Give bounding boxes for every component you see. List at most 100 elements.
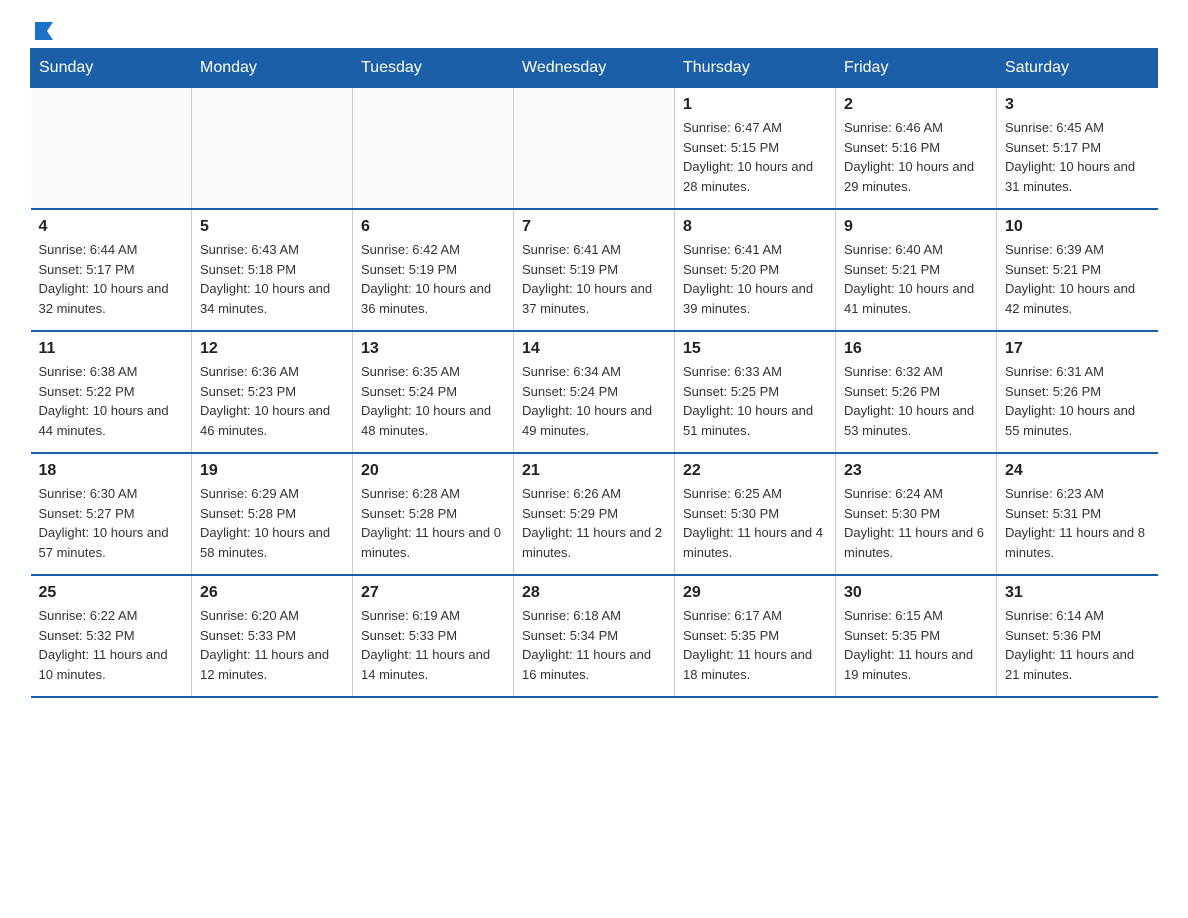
day-number: 20 [361, 462, 505, 480]
day-number: 2 [844, 96, 988, 114]
day-number: 31 [1005, 584, 1150, 602]
day-info: Sunrise: 6:20 AMSunset: 5:33 PMDaylight:… [200, 606, 344, 684]
calendar-cell: 27 Sunrise: 6:19 AMSunset: 5:33 PMDayligh… [353, 575, 514, 697]
day-number: 1 [683, 96, 827, 114]
day-number: 27 [361, 584, 505, 602]
calendar-cell: 20 Sunrise: 6:28 AMSunset: 5:28 PMDayligh… [353, 453, 514, 575]
calendar-cell: 10 Sunrise: 6:39 AMSunset: 5:21 PMDayligh… [997, 209, 1158, 331]
calendar-cell [31, 88, 192, 210]
calendar-cell: 31 Sunrise: 6:14 AMSunset: 5:36 PMDayligh… [997, 575, 1158, 697]
day-info: Sunrise: 6:46 AMSunset: 5:16 PMDaylight:… [844, 118, 988, 196]
day-number: 29 [683, 584, 827, 602]
calendar-cell: 14 Sunrise: 6:34 AMSunset: 5:24 PMDayligh… [514, 331, 675, 453]
day-number: 30 [844, 584, 988, 602]
day-number: 5 [200, 218, 344, 236]
week-row-1: 1 Sunrise: 6:47 AMSunset: 5:15 PMDaylight… [31, 88, 1158, 210]
calendar-cell: 15Sunrise: 6:33 AMSunset: 5:25 PMDayligh… [675, 331, 836, 453]
day-info: Sunrise: 6:39 AMSunset: 5:21 PMDaylight:… [1005, 240, 1150, 318]
calendar-cell: 1 Sunrise: 6:47 AMSunset: 5:15 PMDaylight… [675, 88, 836, 210]
day-info: Sunrise: 6:19 AMSunset: 5:33 PMDaylight:… [361, 606, 505, 684]
day-number: 17 [1005, 340, 1150, 358]
day-info: Sunrise: 6:34 AMSunset: 5:24 PMDaylight:… [522, 362, 666, 440]
column-header-tuesday: Tuesday [353, 49, 514, 88]
calendar-cell: 2 Sunrise: 6:46 AMSunset: 5:16 PMDaylight… [836, 88, 997, 210]
calendar-cell: 23 Sunrise: 6:24 AMSunset: 5:30 PMDayligh… [836, 453, 997, 575]
day-info: Sunrise: 6:36 AMSunset: 5:23 PMDaylight:… [200, 362, 344, 440]
day-info: Sunrise: 6:26 AMSunset: 5:29 PMDaylight:… [522, 484, 666, 562]
calendar-cell: 17 Sunrise: 6:31 AMSunset: 5:26 PMDayligh… [997, 331, 1158, 453]
day-number: 28 [522, 584, 666, 602]
day-info: Sunrise: 6:42 AMSunset: 5:19 PMDaylight:… [361, 240, 505, 318]
calendar-cell: 26 Sunrise: 6:20 AMSunset: 5:33 PMDayligh… [192, 575, 353, 697]
day-number: 26 [200, 584, 344, 602]
day-info: Sunrise: 6:25 AMSunset: 5:30 PMDaylight:… [683, 484, 827, 562]
day-number: 24 [1005, 462, 1150, 480]
column-header-sunday: Sunday [31, 49, 192, 88]
calendar-body: 1 Sunrise: 6:47 AMSunset: 5:15 PMDaylight… [31, 88, 1158, 698]
day-info: Sunrise: 6:47 AMSunset: 5:15 PMDaylight:… [683, 118, 827, 196]
day-number: 18 [39, 462, 184, 480]
day-info: Sunrise: 6:41 AMSunset: 5:19 PMDaylight:… [522, 240, 666, 318]
day-number: 23 [844, 462, 988, 480]
day-number: 15 [683, 340, 827, 358]
calendar-cell [192, 88, 353, 210]
calendar-cell: 12 Sunrise: 6:36 AMSunset: 5:23 PMDayligh… [192, 331, 353, 453]
calendar-table: SundayMondayTuesdayWednesdayThursdayFrid… [30, 48, 1158, 698]
day-number: 4 [39, 218, 184, 236]
day-number: 9 [844, 218, 988, 236]
calendar-cell: 24 Sunrise: 6:23 AMSunset: 5:31 PMDayligh… [997, 453, 1158, 575]
logo-flag-icon [33, 20, 55, 42]
day-info: Sunrise: 6:22 AMSunset: 5:32 PMDaylight:… [39, 606, 184, 684]
calendar-cell: 19 Sunrise: 6:29 AMSunset: 5:28 PMDayligh… [192, 453, 353, 575]
calendar-cell: 22 Sunrise: 6:25 AMSunset: 5:30 PMDayligh… [675, 453, 836, 575]
day-info: Sunrise: 6:43 AMSunset: 5:18 PMDaylight:… [200, 240, 344, 318]
day-number: 14 [522, 340, 666, 358]
day-info: Sunrise: 6:44 AMSunset: 5:17 PMDaylight:… [39, 240, 184, 318]
day-info: Sunrise: 6:18 AMSunset: 5:34 PMDaylight:… [522, 606, 666, 684]
calendar-cell [353, 88, 514, 210]
day-info: Sunrise: 6:23 AMSunset: 5:31 PMDaylight:… [1005, 484, 1150, 562]
calendar-cell: 18 Sunrise: 6:30 AMSunset: 5:27 PMDayligh… [31, 453, 192, 575]
column-header-thursday: Thursday [675, 49, 836, 88]
day-number: 22 [683, 462, 827, 480]
calendar-cell: 3 Sunrise: 6:45 AMSunset: 5:17 PMDaylight… [997, 88, 1158, 210]
week-row-2: 4 Sunrise: 6:44 AMSunset: 5:17 PMDaylight… [31, 209, 1158, 331]
day-info: Sunrise: 6:30 AMSunset: 5:27 PMDaylight:… [39, 484, 184, 562]
page-header [30, 20, 1158, 38]
calendar-cell: 21 Sunrise: 6:26 AMSunset: 5:29 PMDayligh… [514, 453, 675, 575]
day-info: Sunrise: 6:14 AMSunset: 5:36 PMDaylight:… [1005, 606, 1150, 684]
day-info: Sunrise: 6:28 AMSunset: 5:28 PMDaylight:… [361, 484, 505, 562]
day-number: 12 [200, 340, 344, 358]
calendar-cell: 5 Sunrise: 6:43 AMSunset: 5:18 PMDaylight… [192, 209, 353, 331]
calendar-cell: 30 Sunrise: 6:15 AMSunset: 5:35 PMDayligh… [836, 575, 997, 697]
day-info: Sunrise: 6:40 AMSunset: 5:21 PMDaylight:… [844, 240, 988, 318]
day-number: 3 [1005, 96, 1150, 114]
day-number: 16 [844, 340, 988, 358]
calendar-cell: 8 Sunrise: 6:41 AMSunset: 5:20 PMDaylight… [675, 209, 836, 331]
calendar-cell: 9 Sunrise: 6:40 AMSunset: 5:21 PMDaylight… [836, 209, 997, 331]
calendar-cell: 16Sunrise: 6:32 AMSunset: 5:26 PMDayligh… [836, 331, 997, 453]
calendar-cell: 4 Sunrise: 6:44 AMSunset: 5:17 PMDaylight… [31, 209, 192, 331]
day-info: Sunrise: 6:15 AMSunset: 5:35 PMDaylight:… [844, 606, 988, 684]
day-number: 19 [200, 462, 344, 480]
calendar-cell: 11 Sunrise: 6:38 AMSunset: 5:22 PMDayligh… [31, 331, 192, 453]
week-row-5: 25 Sunrise: 6:22 AMSunset: 5:32 PMDayligh… [31, 575, 1158, 697]
calendar-header: SundayMondayTuesdayWednesdayThursdayFrid… [31, 49, 1158, 88]
day-info: Sunrise: 6:38 AMSunset: 5:22 PMDaylight:… [39, 362, 184, 440]
day-info: Sunrise: 6:45 AMSunset: 5:17 PMDaylight:… [1005, 118, 1150, 196]
day-info: Sunrise: 6:24 AMSunset: 5:30 PMDaylight:… [844, 484, 988, 562]
day-info: Sunrise: 6:41 AMSunset: 5:20 PMDaylight:… [683, 240, 827, 318]
day-number: 11 [39, 340, 184, 358]
column-header-friday: Friday [836, 49, 997, 88]
day-number: 25 [39, 584, 184, 602]
week-row-3: 11 Sunrise: 6:38 AMSunset: 5:22 PMDayligh… [31, 331, 1158, 453]
day-number: 10 [1005, 218, 1150, 236]
day-info: Sunrise: 6:31 AMSunset: 5:26 PMDaylight:… [1005, 362, 1150, 440]
logo [30, 20, 55, 38]
day-number: 21 [522, 462, 666, 480]
calendar-cell [514, 88, 675, 210]
day-info: Sunrise: 6:17 AMSunset: 5:35 PMDaylight:… [683, 606, 827, 684]
day-info: Sunrise: 6:29 AMSunset: 5:28 PMDaylight:… [200, 484, 344, 562]
day-number: 8 [683, 218, 827, 236]
calendar-cell: 28 Sunrise: 6:18 AMSunset: 5:34 PMDayligh… [514, 575, 675, 697]
